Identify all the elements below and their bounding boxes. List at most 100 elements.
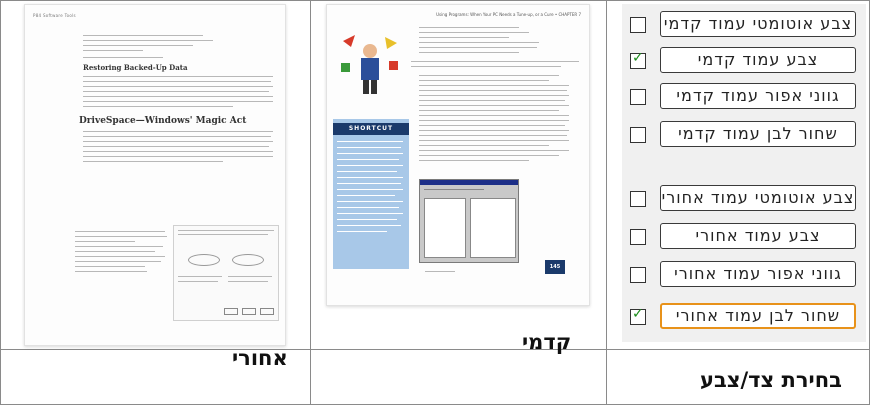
option-button[interactable]: צבע אוטומטי עמוד אחורי — [660, 185, 856, 211]
text-line — [419, 37, 509, 38]
shape-red — [343, 35, 355, 47]
grid-line — [0, 0, 870, 1]
text-line — [75, 266, 145, 267]
option-checkbox[interactable]: ✓ — [630, 306, 646, 325]
option-button[interactable]: שחור לבן עמוד קדמי — [660, 121, 856, 147]
text-line — [419, 100, 565, 101]
dialog-button-graphic — [224, 308, 238, 315]
text-line — [419, 47, 537, 48]
option-row[interactable]: צבע עמוד אחורי — [622, 222, 866, 252]
text-line — [425, 271, 455, 272]
section-heading: Restoring Backed-Up Data — [83, 63, 188, 72]
text-line — [337, 159, 399, 160]
text-line — [411, 61, 579, 62]
option-button[interactable]: צבע עמוד אחורי — [660, 223, 856, 249]
text-line — [419, 85, 569, 86]
dialog-figure — [173, 225, 279, 321]
shortcut-sidebar — [333, 119, 409, 269]
text-line — [419, 42, 539, 43]
text-line — [178, 276, 222, 277]
text-line — [83, 131, 273, 132]
option-row[interactable]: ✓ צבע עמוד קדמי — [622, 46, 866, 76]
leg-shape — [363, 80, 369, 94]
option-row[interactable]: צבע אוטומטי עמוד קדמי — [622, 10, 866, 40]
text-line — [337, 147, 401, 148]
text-line — [337, 231, 387, 232]
option-checkbox[interactable] — [630, 17, 646, 33]
page-header: Using Programs: When Your PC Needs a Tun… — [436, 12, 581, 17]
option-button[interactable]: גווני אפור עמוד קדמי — [660, 83, 856, 109]
text-line — [75, 271, 147, 272]
option-button[interactable]: שחור לבן עמוד אחורי — [660, 303, 856, 329]
text-line — [83, 40, 213, 41]
text-line — [75, 256, 165, 257]
text-line — [419, 80, 549, 81]
shortcut-label: SHORTCUT — [333, 123, 409, 135]
text-line — [419, 135, 567, 136]
text-line — [337, 213, 403, 214]
text-line — [83, 91, 269, 92]
front-page-thumbnail: Using Programs: When Your PC Needs a Tun… — [326, 4, 590, 306]
text-line — [411, 66, 561, 67]
text-line — [83, 57, 163, 58]
text-line — [83, 35, 203, 36]
juggler-illustration — [341, 35, 398, 94]
option-checkbox[interactable] — [630, 127, 646, 143]
dialog-button-graphic — [260, 308, 274, 315]
text-line — [337, 165, 403, 166]
list-pane — [470, 198, 516, 258]
text-line — [337, 153, 403, 154]
text-line — [83, 101, 273, 102]
option-row[interactable]: שחור לבן עמוד קדמי — [622, 120, 866, 150]
option-checkbox[interactable] — [630, 89, 646, 105]
text-line — [419, 52, 519, 53]
text-line — [83, 76, 273, 77]
text-line — [419, 120, 569, 121]
text-line — [178, 281, 218, 282]
leg-shape — [371, 80, 377, 94]
text-line — [83, 106, 233, 107]
side-color-options-panel: צבע אוטומטי עמוד קדמי ✓ צבע עמוד קדמי גו… — [622, 4, 866, 342]
text-line — [337, 189, 403, 190]
text-line — [419, 140, 569, 141]
text-line — [83, 151, 273, 152]
text-line — [75, 246, 163, 247]
figure-frame: P84 Software Tools Restoring Backed-Up D… — [0, 0, 870, 405]
text-line — [419, 125, 565, 126]
text-line — [178, 234, 268, 235]
text-line — [424, 189, 484, 190]
option-checkbox[interactable]: ✓ — [630, 50, 646, 69]
head-shape — [363, 44, 377, 58]
text-line — [228, 276, 272, 277]
text-line — [337, 225, 401, 226]
text-line — [75, 236, 167, 237]
text-line — [83, 81, 271, 82]
text-line — [419, 145, 549, 146]
text-line — [337, 171, 397, 172]
option-button[interactable]: גווני אפור עמוד אחורי — [660, 261, 856, 287]
text-line — [419, 90, 567, 91]
option-button[interactable]: צבע אוטומטי עמוד קדמי — [660, 11, 856, 37]
tree-pane — [424, 198, 466, 258]
option-button[interactable]: צבע עמוד קדמי — [660, 47, 856, 73]
text-line — [337, 177, 403, 178]
shape-green — [341, 63, 350, 72]
page-number: 145 — [545, 260, 565, 274]
text-line — [83, 141, 273, 142]
option-checkbox[interactable] — [630, 267, 646, 283]
text-line — [337, 183, 401, 184]
text-line — [75, 261, 161, 262]
option-row[interactable]: גווני אפור עמוד קדמי — [622, 82, 866, 112]
option-row[interactable]: ✓ שחור לבן עמוד אחורי — [622, 302, 866, 332]
back-page-thumbnail: P84 Software Tools Restoring Backed-Up D… — [24, 4, 286, 346]
option-row[interactable]: גווני אפור עמוד אחורי — [622, 260, 866, 290]
disk-graphic — [188, 254, 220, 266]
text-line — [419, 150, 569, 151]
text-line — [419, 110, 559, 111]
option-checkbox[interactable] — [630, 229, 646, 245]
grid-line — [310, 0, 311, 405]
option-row[interactable]: צבע אוטומטי עמוד אחורי — [622, 184, 866, 214]
text-line — [419, 27, 519, 28]
option-checkbox[interactable] — [630, 191, 646, 207]
page-header: P84 Software Tools — [33, 13, 76, 18]
